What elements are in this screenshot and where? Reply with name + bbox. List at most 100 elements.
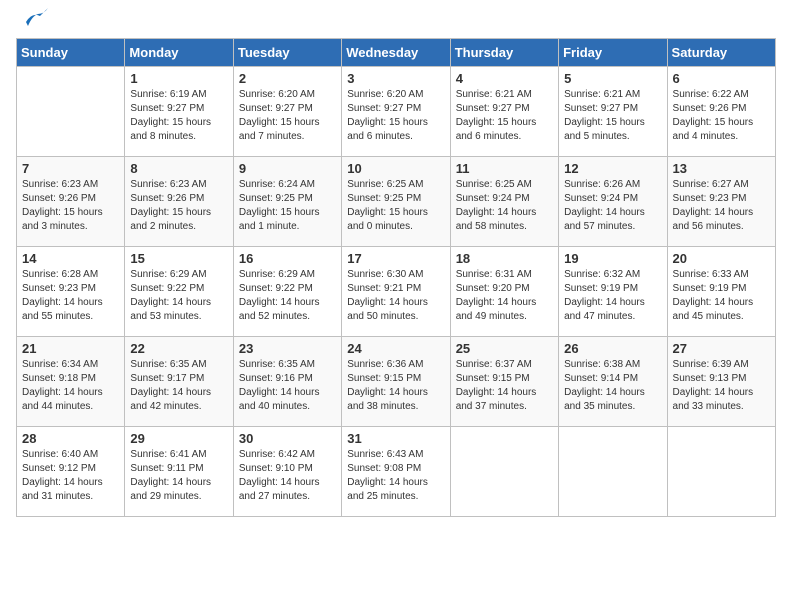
- day-info: Sunrise: 6:29 AMSunset: 9:22 PMDaylight:…: [130, 269, 211, 322]
- day-info: Sunrise: 6:23 AMSunset: 9:26 PMDaylight:…: [130, 179, 211, 232]
- calendar-week-row: 7 Sunrise: 6:23 AMSunset: 9:26 PMDayligh…: [17, 157, 776, 247]
- logo-bird-icon: [18, 8, 48, 30]
- day-info: Sunrise: 6:35 AMSunset: 9:16 PMDaylight:…: [239, 359, 320, 412]
- calendar-cell: [450, 427, 558, 517]
- day-info: Sunrise: 6:25 AMSunset: 9:25 PMDaylight:…: [347, 179, 428, 232]
- calendar-cell: 14 Sunrise: 6:28 AMSunset: 9:23 PMDaylig…: [17, 247, 125, 337]
- calendar-cell: [17, 67, 125, 157]
- calendar-cell: 27 Sunrise: 6:39 AMSunset: 9:13 PMDaylig…: [667, 337, 775, 427]
- day-number: 19: [564, 251, 661, 266]
- day-number: 27: [673, 341, 770, 356]
- calendar-cell: 2 Sunrise: 6:20 AMSunset: 9:27 PMDayligh…: [233, 67, 341, 157]
- day-number: 7: [22, 161, 119, 176]
- day-number: 3: [347, 71, 444, 86]
- day-info: Sunrise: 6:42 AMSunset: 9:10 PMDaylight:…: [239, 449, 320, 502]
- day-number: 17: [347, 251, 444, 266]
- day-info: Sunrise: 6:43 AMSunset: 9:08 PMDaylight:…: [347, 449, 428, 502]
- day-number: 29: [130, 431, 227, 446]
- day-info: Sunrise: 6:27 AMSunset: 9:23 PMDaylight:…: [673, 179, 754, 232]
- day-number: 9: [239, 161, 336, 176]
- day-info: Sunrise: 6:39 AMSunset: 9:13 PMDaylight:…: [673, 359, 754, 412]
- calendar-cell: 18 Sunrise: 6:31 AMSunset: 9:20 PMDaylig…: [450, 247, 558, 337]
- day-info: Sunrise: 6:29 AMSunset: 9:22 PMDaylight:…: [239, 269, 320, 322]
- calendar-cell: 9 Sunrise: 6:24 AMSunset: 9:25 PMDayligh…: [233, 157, 341, 247]
- day-number: 20: [673, 251, 770, 266]
- day-number: 8: [130, 161, 227, 176]
- calendar-cell: 5 Sunrise: 6:21 AMSunset: 9:27 PMDayligh…: [559, 67, 667, 157]
- calendar-week-row: 28 Sunrise: 6:40 AMSunset: 9:12 PMDaylig…: [17, 427, 776, 517]
- day-info: Sunrise: 6:38 AMSunset: 9:14 PMDaylight:…: [564, 359, 645, 412]
- day-info: Sunrise: 6:19 AMSunset: 9:27 PMDaylight:…: [130, 89, 211, 142]
- calendar-cell: 4 Sunrise: 6:21 AMSunset: 9:27 PMDayligh…: [450, 67, 558, 157]
- calendar-week-row: 1 Sunrise: 6:19 AMSunset: 9:27 PMDayligh…: [17, 67, 776, 157]
- day-info: Sunrise: 6:21 AMSunset: 9:27 PMDaylight:…: [456, 89, 537, 142]
- calendar-cell: 21 Sunrise: 6:34 AMSunset: 9:18 PMDaylig…: [17, 337, 125, 427]
- calendar-cell: 19 Sunrise: 6:32 AMSunset: 9:19 PMDaylig…: [559, 247, 667, 337]
- calendar-cell: 12 Sunrise: 6:26 AMSunset: 9:24 PMDaylig…: [559, 157, 667, 247]
- calendar-cell: [559, 427, 667, 517]
- day-number: 5: [564, 71, 661, 86]
- day-info: Sunrise: 6:28 AMSunset: 9:23 PMDaylight:…: [22, 269, 103, 322]
- day-number: 24: [347, 341, 444, 356]
- day-info: Sunrise: 6:20 AMSunset: 9:27 PMDaylight:…: [347, 89, 428, 142]
- calendar-cell: 24 Sunrise: 6:36 AMSunset: 9:15 PMDaylig…: [342, 337, 450, 427]
- calendar-cell: 8 Sunrise: 6:23 AMSunset: 9:26 PMDayligh…: [125, 157, 233, 247]
- calendar-cell: 16 Sunrise: 6:29 AMSunset: 9:22 PMDaylig…: [233, 247, 341, 337]
- weekday-header-row: SundayMondayTuesdayWednesdayThursdayFrid…: [17, 39, 776, 67]
- calendar-cell: 22 Sunrise: 6:35 AMSunset: 9:17 PMDaylig…: [125, 337, 233, 427]
- calendar-cell: 29 Sunrise: 6:41 AMSunset: 9:11 PMDaylig…: [125, 427, 233, 517]
- weekday-header-sunday: Sunday: [17, 39, 125, 67]
- calendar-cell: 28 Sunrise: 6:40 AMSunset: 9:12 PMDaylig…: [17, 427, 125, 517]
- day-info: Sunrise: 6:37 AMSunset: 9:15 PMDaylight:…: [456, 359, 537, 412]
- day-info: Sunrise: 6:30 AMSunset: 9:21 PMDaylight:…: [347, 269, 428, 322]
- day-info: Sunrise: 6:25 AMSunset: 9:24 PMDaylight:…: [456, 179, 537, 232]
- day-number: 28: [22, 431, 119, 446]
- calendar-cell: 13 Sunrise: 6:27 AMSunset: 9:23 PMDaylig…: [667, 157, 775, 247]
- calendar-cell: 17 Sunrise: 6:30 AMSunset: 9:21 PMDaylig…: [342, 247, 450, 337]
- day-info: Sunrise: 6:34 AMSunset: 9:18 PMDaylight:…: [22, 359, 103, 412]
- weekday-header-monday: Monday: [125, 39, 233, 67]
- day-info: Sunrise: 6:20 AMSunset: 9:27 PMDaylight:…: [239, 89, 320, 142]
- calendar-cell: [667, 427, 775, 517]
- calendar-cell: 20 Sunrise: 6:33 AMSunset: 9:19 PMDaylig…: [667, 247, 775, 337]
- day-number: 16: [239, 251, 336, 266]
- day-number: 13: [673, 161, 770, 176]
- day-number: 31: [347, 431, 444, 446]
- day-number: 21: [22, 341, 119, 356]
- calendar-cell: 6 Sunrise: 6:22 AMSunset: 9:26 PMDayligh…: [667, 67, 775, 157]
- calendar-table: SundayMondayTuesdayWednesdayThursdayFrid…: [16, 38, 776, 517]
- day-number: 6: [673, 71, 770, 86]
- calendar-cell: 1 Sunrise: 6:19 AMSunset: 9:27 PMDayligh…: [125, 67, 233, 157]
- weekday-header-friday: Friday: [559, 39, 667, 67]
- calendar-cell: 23 Sunrise: 6:35 AMSunset: 9:16 PMDaylig…: [233, 337, 341, 427]
- weekday-header-tuesday: Tuesday: [233, 39, 341, 67]
- day-number: 23: [239, 341, 336, 356]
- day-info: Sunrise: 6:24 AMSunset: 9:25 PMDaylight:…: [239, 179, 320, 232]
- day-number: 12: [564, 161, 661, 176]
- weekday-header-wednesday: Wednesday: [342, 39, 450, 67]
- day-info: Sunrise: 6:22 AMSunset: 9:26 PMDaylight:…: [673, 89, 754, 142]
- day-info: Sunrise: 6:36 AMSunset: 9:15 PMDaylight:…: [347, 359, 428, 412]
- calendar-cell: 7 Sunrise: 6:23 AMSunset: 9:26 PMDayligh…: [17, 157, 125, 247]
- calendar-week-row: 21 Sunrise: 6:34 AMSunset: 9:18 PMDaylig…: [17, 337, 776, 427]
- weekday-header-thursday: Thursday: [450, 39, 558, 67]
- day-info: Sunrise: 6:33 AMSunset: 9:19 PMDaylight:…: [673, 269, 754, 322]
- weekday-header-saturday: Saturday: [667, 39, 775, 67]
- day-number: 4: [456, 71, 553, 86]
- day-info: Sunrise: 6:32 AMSunset: 9:19 PMDaylight:…: [564, 269, 645, 322]
- calendar-week-row: 14 Sunrise: 6:28 AMSunset: 9:23 PMDaylig…: [17, 247, 776, 337]
- calendar-cell: 10 Sunrise: 6:25 AMSunset: 9:25 PMDaylig…: [342, 157, 450, 247]
- calendar-cell: 31 Sunrise: 6:43 AMSunset: 9:08 PMDaylig…: [342, 427, 450, 517]
- day-number: 14: [22, 251, 119, 266]
- day-number: 15: [130, 251, 227, 266]
- day-number: 10: [347, 161, 444, 176]
- day-number: 26: [564, 341, 661, 356]
- day-number: 30: [239, 431, 336, 446]
- day-info: Sunrise: 6:31 AMSunset: 9:20 PMDaylight:…: [456, 269, 537, 322]
- day-info: Sunrise: 6:40 AMSunset: 9:12 PMDaylight:…: [22, 449, 103, 502]
- day-number: 2: [239, 71, 336, 86]
- day-info: Sunrise: 6:41 AMSunset: 9:11 PMDaylight:…: [130, 449, 211, 502]
- page-header: [16, 16, 776, 30]
- calendar-cell: 3 Sunrise: 6:20 AMSunset: 9:27 PMDayligh…: [342, 67, 450, 157]
- calendar-cell: 11 Sunrise: 6:25 AMSunset: 9:24 PMDaylig…: [450, 157, 558, 247]
